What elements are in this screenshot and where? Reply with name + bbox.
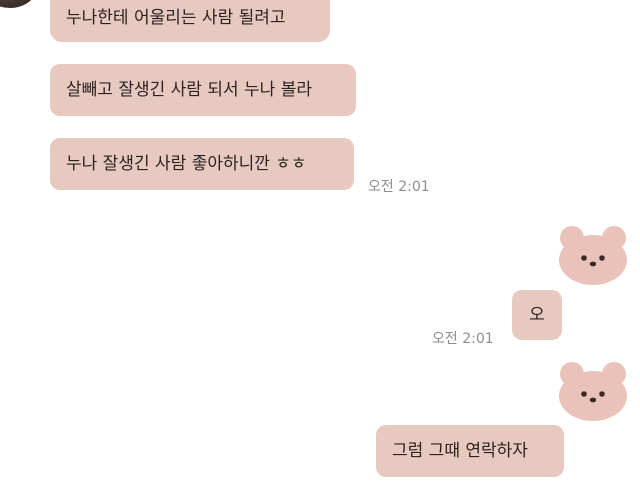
- message-bubble-incoming[interactable]: 누나한테 어울리는 사람 될려고: [50, 0, 330, 42]
- avatar[interactable]: [0, 0, 38, 8]
- message-text: 살빼고 잘생긴 사람 되서 누나 볼라: [66, 80, 312, 100]
- bear-sticker-icon[interactable]: [557, 360, 629, 422]
- message-text: 누나 잘생긴 사람 좋아하니깐 ㅎㅎ: [66, 154, 307, 174]
- message-text: 누나한테 어울리는 사람 될려고: [66, 8, 286, 28]
- message-bubble-outgoing[interactable]: 오: [512, 290, 562, 340]
- bear-sticker-icon[interactable]: [557, 224, 629, 286]
- message-bubble-outgoing[interactable]: 그럼 그때 연락하자: [376, 425, 564, 477]
- message-text: 그럼 그때 연락하자: [392, 441, 528, 461]
- message-text: 오: [529, 305, 545, 325]
- message-timestamp: 오전 2:01: [432, 331, 494, 347]
- message-bubble-incoming[interactable]: 살빼고 잘생긴 사람 되서 누나 볼라: [50, 64, 356, 116]
- message-bubble-incoming[interactable]: 누나 잘생긴 사람 좋아하니깐 ㅎㅎ: [50, 138, 354, 190]
- message-timestamp: 오전 2:01: [368, 179, 430, 195]
